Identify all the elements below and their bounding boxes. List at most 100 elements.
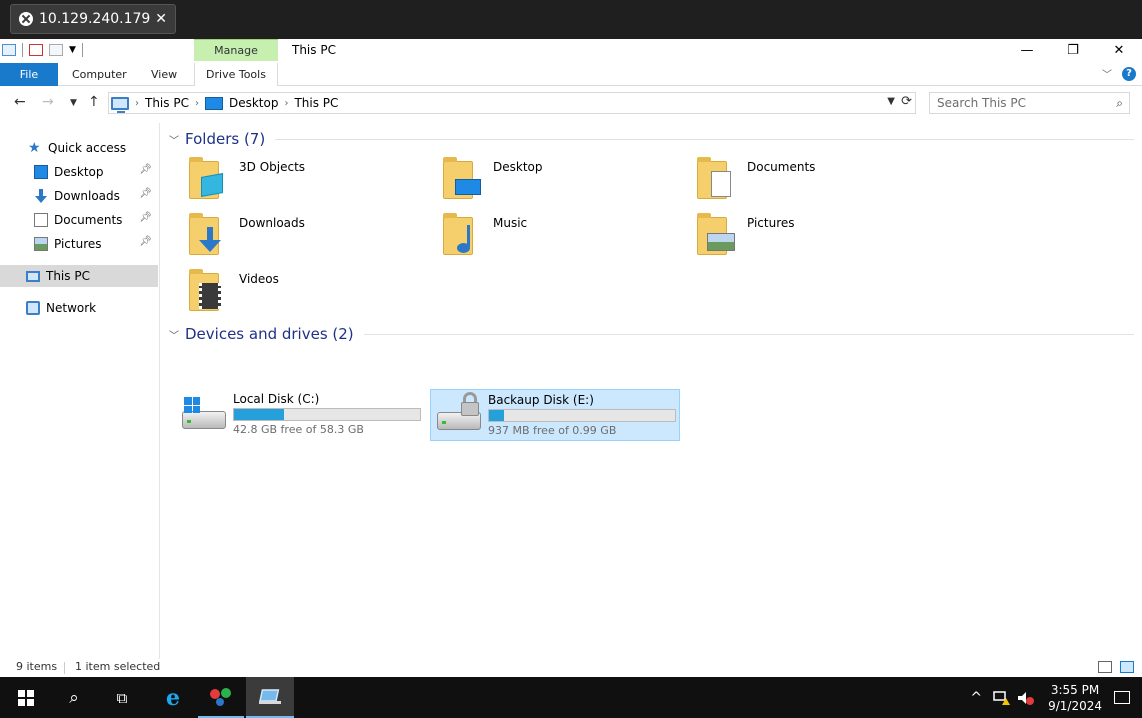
close-button[interactable]: ✕ — [1096, 39, 1142, 61]
network-warning-icon[interactable] — [992, 690, 1011, 706]
nav-item-this-pc[interactable]: This PC — [0, 265, 158, 287]
address-bar[interactable]: › This PC › Desktop › This PC ▼ ⟳ — [108, 92, 916, 114]
this-pc-icon — [111, 96, 129, 113]
folder-documents[interactable]: Documents — [689, 155, 939, 205]
item-count: 9 items — [16, 660, 58, 673]
nav-label: This PC — [46, 269, 90, 283]
folder-icon — [439, 157, 483, 201]
search-icon[interactable]: ⌕ — [1116, 96, 1123, 111]
forward-arrow-icon[interactable]: → — [42, 94, 54, 110]
search-input[interactable]: Search This PC ⌕ — [929, 92, 1130, 114]
breadcrumb-this-pc[interactable]: This PC — [145, 96, 189, 110]
task-view-button[interactable]: ⧉ — [100, 677, 144, 718]
nav-label: Network — [46, 301, 97, 315]
folder-name: Documents — [747, 160, 816, 174]
volume-muted-icon[interactable] — [1016, 690, 1035, 706]
nav-item-network[interactable]: Network — [0, 297, 158, 319]
customize-toolbar-chevron-icon[interactable]: ▼ — [69, 45, 76, 55]
breadcrumb-this-pc-current[interactable]: This PC — [294, 96, 338, 110]
details-view-icon[interactable] — [1098, 661, 1112, 673]
group-header-folders[interactable]: ﹀ Folders (7) — [169, 129, 1134, 149]
back-arrow-icon[interactable]: ← — [14, 94, 26, 110]
pin-icon[interactable]: 📌︎ — [139, 188, 152, 199]
restore-button[interactable]: ❐ — [1050, 39, 1096, 61]
tab-computer[interactable]: Computer — [72, 63, 127, 86]
navigation-pane: ★ Quick access Desktop 📌︎ Downloads 📌︎ D… — [0, 123, 160, 659]
collapse-chevron-icon[interactable]: ﹀ — [169, 132, 179, 147]
desktop-icon — [204, 96, 223, 110]
start-button[interactable] — [0, 677, 52, 718]
pin-icon[interactable]: 📌︎ — [139, 164, 152, 175]
breadcrumb-separator[interactable]: › — [135, 98, 139, 109]
tab-file[interactable]: File — [0, 63, 58, 86]
refresh-icon[interactable]: ⟳ — [901, 94, 912, 109]
star-icon: ★ — [28, 140, 41, 156]
minimize-button[interactable]: — — [1004, 39, 1050, 61]
status-divider — [64, 662, 65, 674]
action-center-button[interactable] — [1102, 677, 1142, 718]
check-properties-icon[interactable] — [29, 44, 43, 56]
connection-icon — [19, 12, 33, 26]
collapse-chevron-icon[interactable]: ﹀ — [169, 327, 179, 342]
large-icons-view-icon[interactable] — [1120, 661, 1134, 673]
folder-downloads[interactable]: Downloads — [181, 211, 431, 261]
folder-3d-objects[interactable]: 3D Objects — [181, 155, 431, 205]
file-explorer-window: ▼ Manage This PC — ❐ ✕ File Computer Vie… — [0, 39, 1142, 677]
nav-label: Quick access — [48, 141, 127, 155]
expand-ribbon-chevron-icon[interactable]: ﹀ — [1102, 66, 1112, 81]
new-folder-icon[interactable] — [49, 44, 63, 56]
internet-explorer-button[interactable]: e — [150, 677, 196, 718]
task-view-icon: ⧉ — [116, 688, 128, 707]
nav-item-pictures[interactable]: Pictures 📌︎ — [0, 233, 158, 255]
nav-label: Documents — [54, 213, 123, 227]
nav-item-desktop[interactable]: Desktop 📌︎ — [0, 161, 158, 183]
nav-item-documents[interactable]: Documents 📌︎ — [0, 209, 158, 231]
close-icon[interactable]: ✕ — [155, 11, 167, 27]
search-taskbar-button[interactable]: ⌕ — [52, 677, 96, 718]
nav-quick-access[interactable]: ★ Quick access — [0, 137, 158, 159]
folder-name: Downloads — [239, 216, 305, 230]
taskbar-clock[interactable]: 3:55 PM 9/1/2024 — [1048, 682, 1102, 714]
group-title: Devices and drives (2) — [185, 325, 354, 343]
breadcrumb-separator[interactable]: › — [284, 98, 288, 109]
drive-backup-e[interactable]: Backaup Disk (E:) 937 MB free of 0.99 GB — [430, 389, 680, 441]
clock-time: 3:55 PM — [1050, 682, 1100, 697]
help-icon[interactable]: ? — [1122, 66, 1136, 81]
properties-icon[interactable] — [2, 44, 16, 56]
title-bar: ▼ Manage This PC — ❐ ✕ — [0, 39, 1142, 63]
drive-name: Backaup Disk (E:) — [488, 393, 594, 407]
breadcrumb-separator[interactable]: › — [195, 98, 199, 109]
folder-desktop[interactable]: Desktop — [435, 155, 685, 205]
rdp-connection-tab[interactable]: 10.129.240.179 ✕ — [10, 4, 176, 34]
folder-music[interactable]: Music — [435, 211, 685, 261]
show-hidden-icons-chevron-icon[interactable]: ^ — [970, 690, 982, 706]
folder-name: Music — [493, 216, 528, 230]
nav-label: Downloads — [54, 189, 120, 203]
file-explorer-taskbar-button[interactable] — [246, 677, 294, 718]
folder-videos[interactable]: Videos — [181, 267, 431, 317]
address-row: ← → ▼ ↑ › This PC › Desktop › This PC ▼ … — [0, 90, 1142, 116]
locked-drive-icon — [437, 392, 481, 430]
nav-item-downloads[interactable]: Downloads 📌︎ — [0, 185, 158, 207]
drive-local-c[interactable]: Local Disk (C:) 42.8 GB free of 58.3 GB — [176, 389, 426, 441]
group-header-drives[interactable]: ﹀ Devices and drives (2) — [169, 324, 1134, 344]
download-arrow-icon — [34, 189, 48, 203]
laptop-icon — [259, 688, 281, 704]
notification-icon — [1114, 691, 1130, 704]
pin-icon[interactable]: 📌︎ — [139, 212, 152, 223]
status-bar: 9 items 1 item selected — [0, 659, 1142, 677]
address-dropdown-chevron-icon[interactable]: ▼ — [887, 96, 895, 107]
nav-label: Pictures — [54, 237, 102, 251]
tab-view[interactable]: View — [151, 63, 177, 86]
folder-pictures[interactable]: Pictures — [689, 211, 939, 261]
document-icon — [34, 213, 48, 227]
colored-dots-icon — [210, 687, 231, 706]
server-manager-button[interactable] — [198, 677, 244, 718]
tab-drive-tools[interactable]: Drive Tools — [194, 63, 278, 86]
clock-date: 9/1/2024 — [1048, 698, 1102, 713]
pin-icon[interactable]: 📌︎ — [139, 236, 152, 247]
up-arrow-icon[interactable]: ↑ — [88, 94, 100, 110]
recent-locations-chevron-icon[interactable]: ▼ — [70, 98, 77, 108]
breadcrumb-desktop[interactable]: Desktop — [229, 96, 279, 110]
toolbar-divider — [81, 43, 83, 57]
